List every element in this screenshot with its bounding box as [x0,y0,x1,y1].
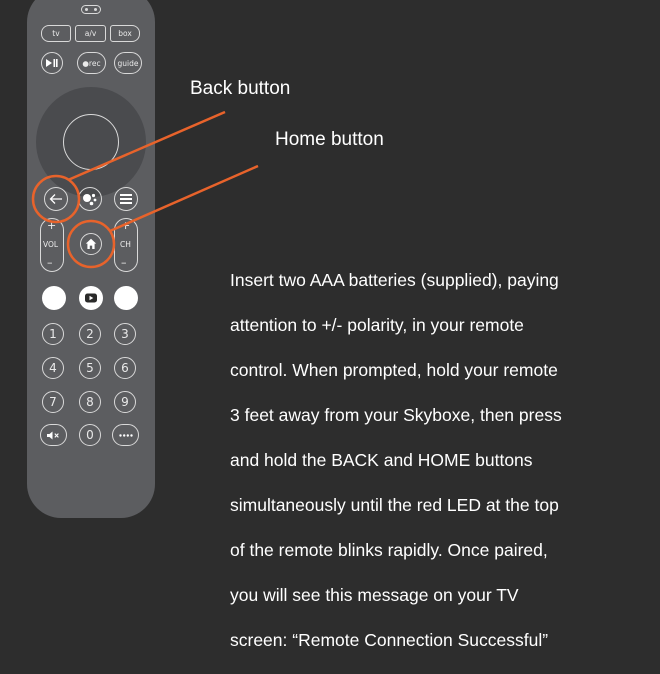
instruction-line: control. When prompted, hold your remote [230,359,558,380]
home-button-annotation: Home button [275,129,384,150]
home-callout-line [109,164,259,233]
instruction-line: attention to +/- polarity, in your remot… [230,314,524,335]
back-callout-line [67,110,226,182]
back-callout-circle [31,174,81,224]
pairing-instructions: Insert two AAA batteries (supplied), pay… [230,246,660,674]
instruction-line: and hold the BACK and HOME buttons [230,449,533,470]
back-button-annotation: Back button [190,78,291,99]
home-callout-circle [66,219,116,269]
instruction-line: screen: “Remote Connection Successful” [230,629,549,650]
instruction-line: you will see this message on your TV [230,584,519,605]
instruction-line: 3 feet away from your Skyboxe, then pres… [230,404,562,425]
instruction-line: of the remote blinks rapidly. Once paire… [230,539,548,560]
instruction-line: Insert two AAA batteries (supplied), pay… [230,269,559,290]
instruction-line: simultaneously until the red LED at the … [230,494,559,515]
